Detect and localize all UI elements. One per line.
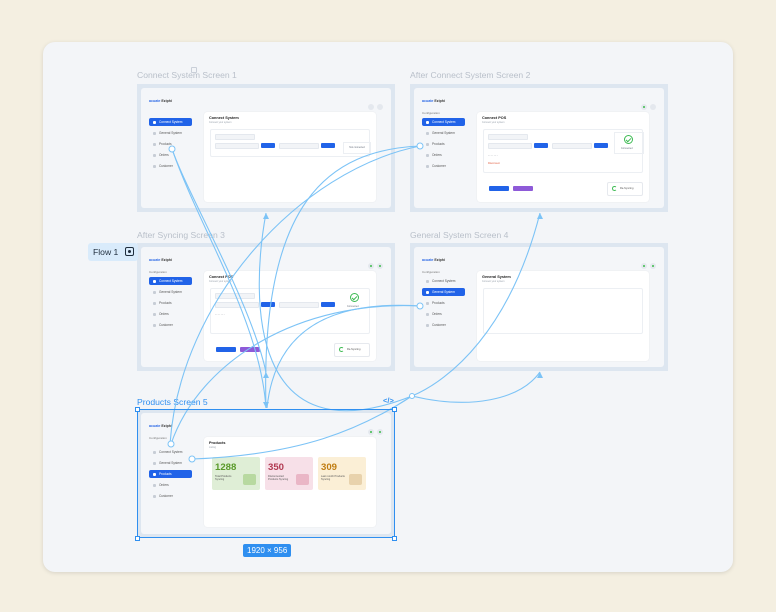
flow-label: Flow 1 — [93, 247, 119, 257]
connection-line — [258, 212, 413, 412]
play-icon[interactable] — [125, 247, 134, 256]
dimensions-badge: 1920 × 956 — [243, 544, 292, 557]
connection-line — [266, 304, 421, 409]
resize-handle-tl[interactable] — [135, 407, 140, 412]
connection-line — [171, 148, 267, 409]
connection-line — [411, 212, 541, 397]
connection-line — [411, 371, 541, 403]
flow-start-badge[interactable]: Flow 1 — [88, 243, 138, 261]
arrow-head — [263, 213, 269, 219]
arrow-head — [263, 402, 269, 408]
arrow-head — [263, 372, 269, 378]
arrow-head — [537, 213, 543, 219]
connection-node — [416, 142, 424, 150]
resize-handle-tr[interactable] — [392, 407, 397, 412]
connection-node — [416, 302, 424, 310]
connection-node — [409, 393, 415, 399]
resize-handle-bl[interactable] — [135, 536, 140, 541]
connection-node — [168, 145, 176, 153]
connection-line — [265, 145, 421, 409]
selection-outline[interactable] — [137, 409, 395, 538]
code-view-icon[interactable]: </> — [383, 396, 394, 405]
resize-handle-br[interactable] — [392, 536, 397, 541]
